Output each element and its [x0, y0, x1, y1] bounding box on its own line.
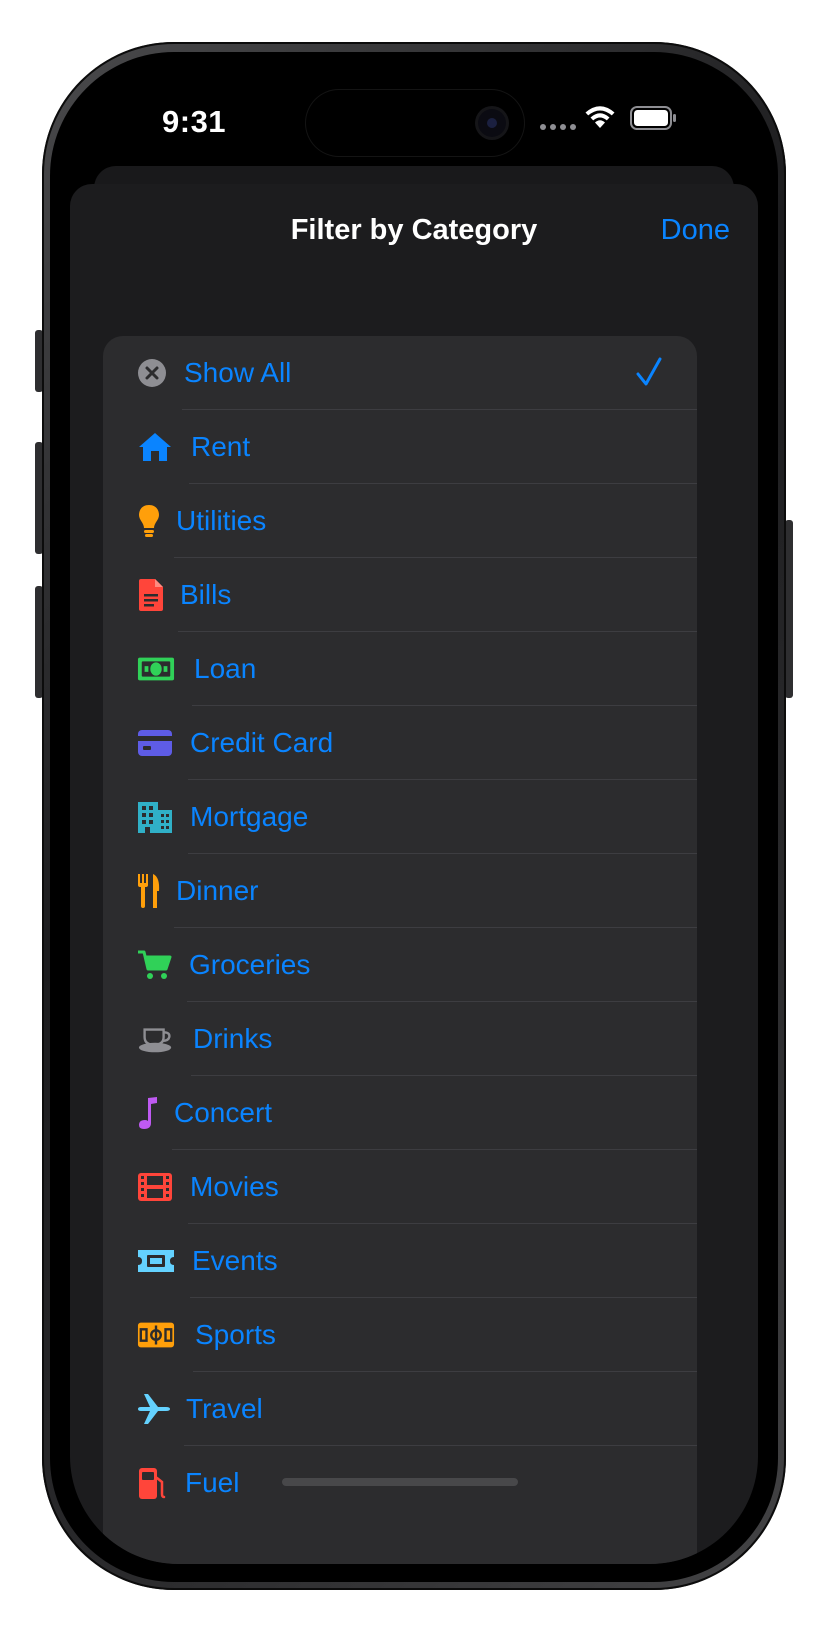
category-label: Fuel — [185, 1467, 240, 1498]
airplane-icon — [137, 1391, 175, 1427]
category-label: Dinner — [176, 875, 259, 906]
category-row-travel[interactable]: Travel — [103, 1372, 697, 1446]
category-row-concert[interactable]: Concert — [103, 1076, 697, 1150]
home-indicator — [282, 1478, 518, 1486]
category-label: Sports — [195, 1319, 276, 1350]
fuelpump-icon — [137, 1465, 175, 1501]
xmark-circle-icon — [137, 355, 175, 391]
category-label: Loan — [194, 653, 257, 684]
category-label: Concert — [174, 1097, 273, 1128]
battery-icon — [630, 106, 676, 130]
power-button — [785, 520, 793, 698]
category-row-movies[interactable]: Movies — [103, 1150, 697, 1224]
category-label: Mortgage — [190, 801, 309, 832]
cart-icon — [137, 947, 175, 983]
category-label: Groceries — [189, 949, 311, 980]
film-icon — [137, 1169, 175, 1205]
category-row-utilities[interactable]: Utilities — [103, 484, 697, 558]
category-label: Utilities — [176, 505, 267, 536]
checkmark-icon — [636, 357, 662, 386]
category-label: Show All — [184, 357, 292, 388]
category-row-credit-card[interactable]: Credit Card — [103, 706, 697, 780]
category-row-loan[interactable]: Loan — [103, 632, 697, 706]
building-icon — [137, 799, 175, 835]
category-row-rent[interactable]: Rent — [103, 410, 697, 484]
category-label: Rent — [191, 431, 251, 462]
camera-icon — [478, 109, 506, 137]
category-row-dinner[interactable]: Dinner — [103, 854, 697, 928]
category-label: Travel — [186, 1393, 263, 1424]
music-note-icon — [137, 1095, 175, 1131]
wifi-icon — [585, 106, 615, 128]
house-icon — [137, 429, 175, 465]
category-label: Drinks — [193, 1023, 273, 1054]
sportscourt-icon — [137, 1317, 175, 1353]
creditcard-icon — [137, 725, 175, 761]
category-row-mortgage[interactable]: Mortgage — [103, 780, 697, 854]
sheet-title: Filter by Category — [290, 214, 538, 246]
ticket-icon — [137, 1243, 175, 1279]
fork-knife-icon — [137, 873, 175, 909]
screen: 9:31 Filter by Category Done Show All Re… — [70, 70, 758, 1564]
category-label: Bills — [180, 579, 232, 610]
category-label: Movies — [190, 1171, 279, 1202]
document-icon — [137, 577, 175, 613]
category-label: Events — [192, 1245, 278, 1276]
category-row-bills[interactable]: Bills — [103, 558, 697, 632]
category-row-events[interactable]: Events — [103, 1224, 697, 1298]
category-label: Credit Card — [190, 727, 334, 758]
cup-saucer-icon — [137, 1021, 175, 1057]
category-row-show-all[interactable]: Show All — [103, 336, 697, 410]
banknote-icon — [137, 651, 175, 687]
category-row-groceries[interactable]: Groceries — [103, 928, 697, 1002]
category-row-sports[interactable]: Sports — [103, 1298, 697, 1372]
category-row-drinks[interactable]: Drinks — [103, 1002, 697, 1076]
cellular-signal-icon — [540, 124, 576, 130]
filter-sheet: Filter by Category Done Show All Rent Ut… — [70, 184, 758, 1564]
lightbulb-icon — [137, 503, 175, 539]
done-button[interactable]: Done — [661, 214, 730, 247]
dynamic-island — [306, 90, 524, 156]
category-list: Show All Rent Utilities Bills Loan Credi… — [103, 336, 697, 1564]
status-time: 9:31 — [162, 104, 227, 139]
